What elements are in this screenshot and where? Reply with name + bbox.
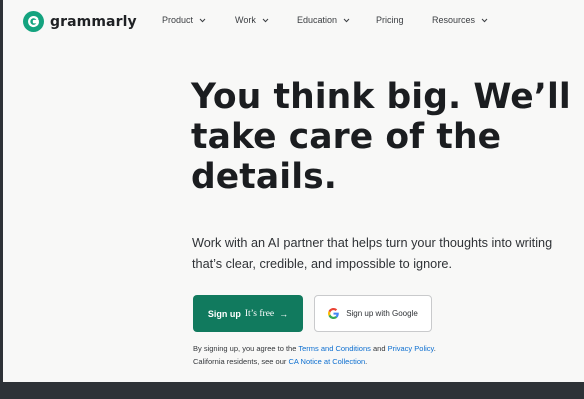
nav-label: Pricing <box>376 15 404 25</box>
nav-product[interactable]: Product <box>162 15 206 25</box>
chevron-down-icon <box>481 15 488 25</box>
legal-text: By signing up, you agree to the <box>193 344 299 353</box>
grammarly-logo-icon <box>23 11 44 32</box>
hero-headline: You think big. We’ll take care of the de… <box>191 77 571 197</box>
sign-up-with-google-button[interactable]: Sign up with Google <box>314 295 432 332</box>
legal-text: California residents, see our <box>193 356 289 366</box>
sign-up-free-label: It’s free <box>244 308 275 319</box>
page: grammarly Product Work Education Pricing… <box>3 0 584 382</box>
google-icon <box>328 308 339 319</box>
nav-pricing[interactable]: Pricing <box>376 15 404 25</box>
chevron-down-icon <box>199 15 206 25</box>
legal-text: and <box>370 344 388 353</box>
chevron-down-icon <box>262 15 269 25</box>
logo-wordmark: grammarly <box>50 13 137 30</box>
nav-label: Product <box>162 15 194 25</box>
nav-education[interactable]: Education <box>297 15 350 25</box>
headline-line: details. <box>191 157 337 197</box>
sign-up-button[interactable]: Sign up It’s free → <box>193 295 303 332</box>
legal-line-2: California residents, see our CA Notice … <box>193 356 436 369</box>
arrow-right-icon: → <box>279 308 289 319</box>
terms-link[interactable]: Terms and Conditions <box>298 344 371 353</box>
nav-label: Education <box>297 15 338 25</box>
subtext-line: Work with an AI partner that helps turn … <box>192 236 553 250</box>
legal-text: . <box>365 356 368 366</box>
hero-subtext: Work with an AI partner that helps turn … <box>192 233 582 275</box>
legal-notice: By signing up, you agree to the Terms an… <box>193 343 436 368</box>
privacy-policy-link[interactable]: Privacy Policy <box>388 344 434 353</box>
nav-label: Resources <box>432 15 476 25</box>
headline-line: You think big. We’ll <box>191 77 571 117</box>
chevron-down-icon <box>343 15 350 25</box>
subtext-line: that’s clear, credible, and impossible t… <box>192 257 453 271</box>
nav-label: Work <box>235 15 256 25</box>
legal-line-1: By signing up, you agree to the Terms an… <box>193 343 436 356</box>
headline-line: take care of the <box>191 117 502 157</box>
legal-text: . <box>433 344 436 353</box>
nav-resources[interactable]: Resources <box>432 15 488 25</box>
google-button-label: Sign up with Google <box>346 309 418 318</box>
ca-notice-link[interactable]: CA Notice at Collection <box>288 357 365 366</box>
nav-work[interactable]: Work <box>235 15 269 25</box>
sign-up-label: Sign up <box>207 308 241 319</box>
grammarly-logo[interactable]: grammarly <box>23 11 137 32</box>
top-nav-bar: grammarly Product Work Education Pricing… <box>3 0 584 44</box>
